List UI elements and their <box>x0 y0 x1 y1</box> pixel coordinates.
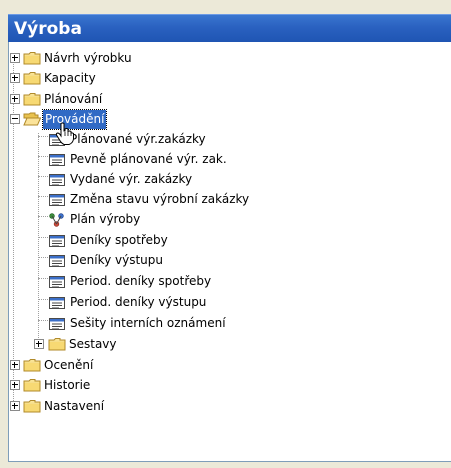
tree-item-zmena-stavu[interactable]: Změna stavu výrobní zakázky <box>9 190 439 209</box>
tree-node-label: Nastavení <box>44 399 105 413</box>
form-icon <box>49 317 65 331</box>
tree-node-label: Pevně plánované výr. zak. <box>70 152 227 166</box>
tree-item-plan-vyroby[interactable]: Plán výroby <box>9 210 439 229</box>
tree-item-period-deniky-spotreby[interactable]: Period. deníky spotřeby <box>9 272 439 291</box>
window-title: Výroba <box>8 14 451 42</box>
tree-item-deniky-spotreby[interactable]: Deníky spotřeby <box>9 231 439 250</box>
navigation-tree[interactable]: Návrh výrobku Kapacity Plánování Provádě… <box>8 42 451 462</box>
tree-node-historie[interactable]: Historie <box>9 376 439 395</box>
hand-cursor-icon <box>55 122 74 145</box>
tree-node-label: Deníky výstupu <box>70 253 163 267</box>
tree-node-nastaveni[interactable]: Nastavení <box>9 397 439 416</box>
expand-icon[interactable] <box>34 339 44 349</box>
tree-node-label: Plánování <box>44 92 103 106</box>
tree-item-deniky-vystupu[interactable]: Deníky výstupu <box>9 251 439 270</box>
expand-icon[interactable] <box>10 380 20 390</box>
tree-node-label: Plánované výr.zakázky <box>70 132 206 146</box>
tree-node-label: Period. deníky spotřeby <box>70 274 212 288</box>
tree-node-label: Návrh výrobku <box>44 51 132 65</box>
tree-node-label: Vydané výr. zakázky <box>70 172 193 186</box>
folder-icon <box>48 337 66 351</box>
tree-node-label: Deníky spotřeby <box>70 233 168 247</box>
form-icon <box>49 193 65 207</box>
expand-icon[interactable] <box>10 360 20 370</box>
tree-item-sesity-internich-oznameni[interactable]: Sešity interních oznámení <box>9 314 439 333</box>
tree-node-label: Period. deníky výstupu <box>70 295 207 309</box>
collapse-icon[interactable] <box>10 114 20 124</box>
form-icon <box>49 173 65 187</box>
form-icon <box>49 296 65 310</box>
form-icon <box>49 275 65 289</box>
folder-icon <box>23 51 41 65</box>
tree-node-planovani[interactable]: Plánování <box>9 90 439 109</box>
tree-node-label: Historie <box>44 378 91 392</box>
expand-icon[interactable] <box>10 53 20 63</box>
tree-node-sestavy[interactable]: Sestavy <box>9 335 439 354</box>
tree-node-oceneni[interactable]: Ocenění <box>9 356 439 375</box>
form-icon <box>49 254 65 268</box>
tree-node-label: Sešity interních oznámení <box>70 316 226 330</box>
folder-icon <box>23 378 41 392</box>
folder-icon <box>23 399 41 413</box>
form-icon <box>49 234 65 248</box>
tree-node-kapacity[interactable]: Kapacity <box>9 69 439 88</box>
tree-item-vydane-vyr-zakazky[interactable]: Vydané výr. zakázky <box>9 170 439 189</box>
folder-icon <box>23 71 41 85</box>
tree-node-label: Ocenění <box>44 358 94 372</box>
expand-icon[interactable] <box>10 401 20 411</box>
panel: Výroba Návrh výrobku Kapacity Plánování … <box>0 0 451 468</box>
tree-item-pevne-planovane[interactable]: Pevně plánované výr. zak. <box>9 150 439 169</box>
tree-node-label: Kapacity <box>44 71 96 85</box>
expand-icon[interactable] <box>10 73 20 83</box>
tree-item-period-deniky-vystupu[interactable]: Period. deníky výstupu <box>9 293 439 312</box>
folder-icon <box>23 358 41 372</box>
open-folder-icon <box>23 112 41 126</box>
tree-node-label: Změna stavu výrobní zakázky <box>70 192 250 206</box>
plan-icon <box>49 213 65 227</box>
tree-node-navrh-vyrobku[interactable]: Návrh výrobku <box>9 49 439 68</box>
form-icon <box>49 153 65 167</box>
tree-node-label: Sestavy <box>69 337 117 351</box>
tree-node-label: Plán výroby <box>70 212 141 226</box>
expand-icon[interactable] <box>10 94 20 104</box>
folder-icon <box>23 92 41 106</box>
